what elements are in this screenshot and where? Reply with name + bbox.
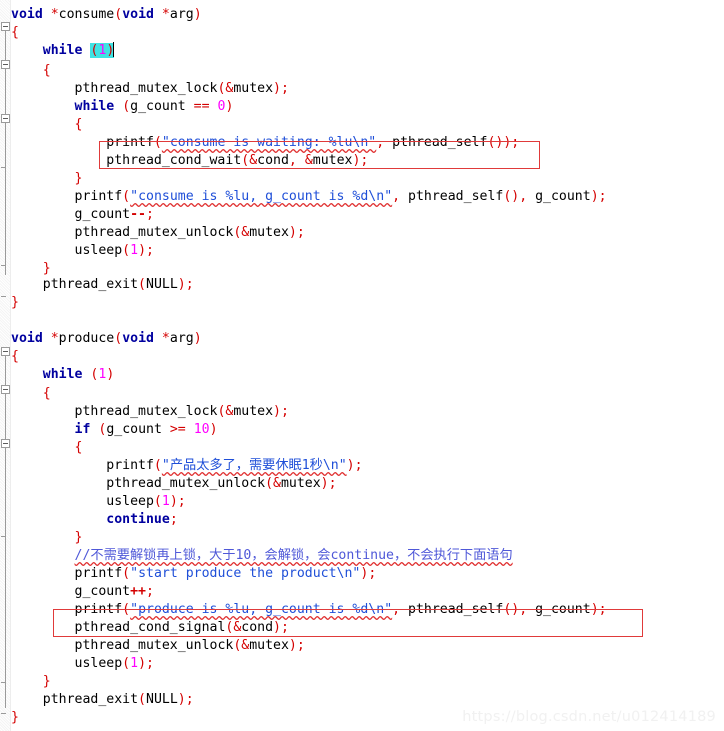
code-line-1: void *consume(void *arg) [11, 7, 202, 22]
code-line-3: while (1) [42, 42, 115, 58]
watermark: https://blog.csdn.net/u012414189 [462, 709, 716, 725]
code-line-40: } [11, 710, 19, 725]
code-screenshot: void *consume(void *arg) { while (1) { p… [0, 0, 724, 731]
text-caret [113, 42, 115, 57]
code-body: void *consume(void *arg) { while (1) { p… [0, 0, 724, 731]
code-line-19: void *produce(void *arg) [11, 331, 202, 346]
code-line-16: pthread_exit(NULL); [42, 277, 194, 292]
code-line-17: } [11, 295, 19, 310]
code-line-39: pthread_exit(NULL); [42, 692, 194, 707]
